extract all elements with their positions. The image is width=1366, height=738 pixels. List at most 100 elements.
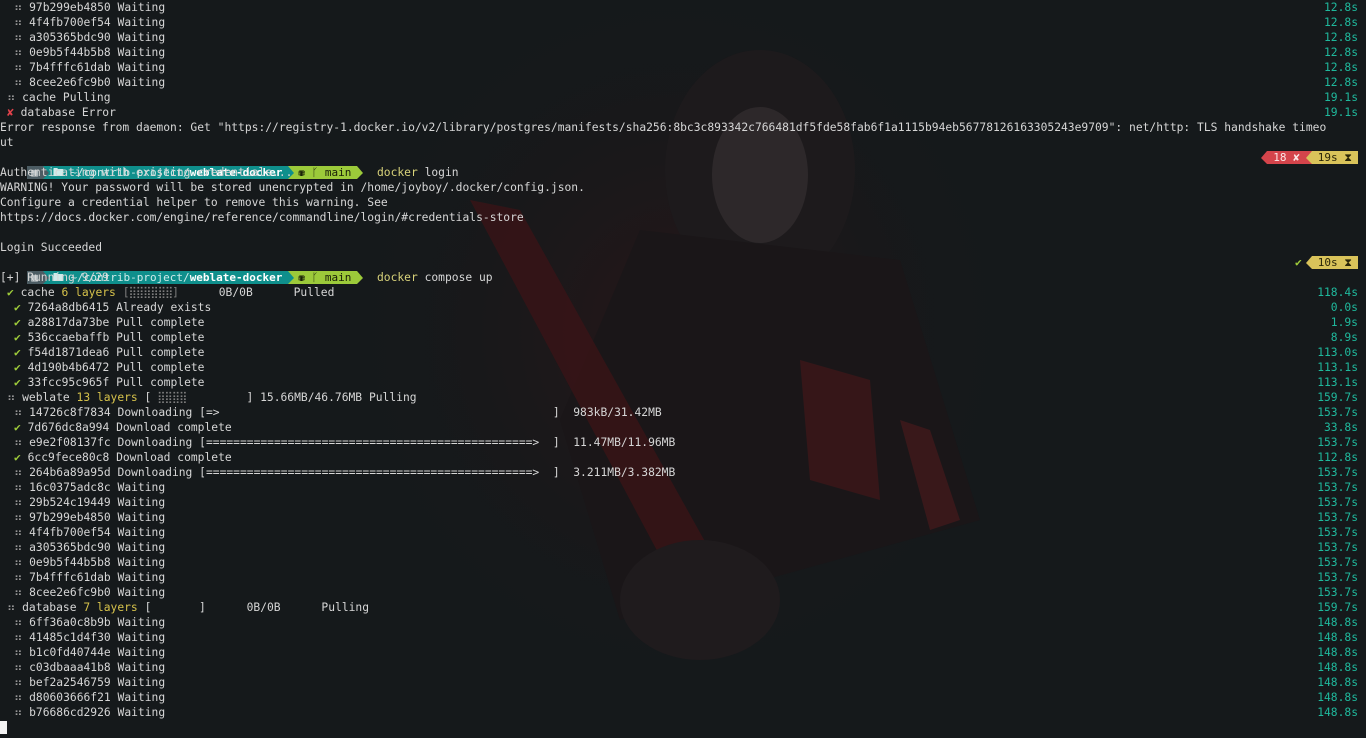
spinner-icon: ⠶ [14,1,23,14]
layer-status: Waiting [117,511,166,524]
layer-status: Download complete [116,421,232,434]
elapsed-time: 153.7s [1317,481,1358,494]
layer-status: Waiting [117,76,166,89]
text-cursor[interactable] [0,721,7,734]
layer-id: bef2a2546759 [29,676,111,689]
layer-status: Waiting [117,556,166,569]
elapsed-time: 153.7s [1317,406,1358,419]
elapsed-time: 113.0s [1317,346,1358,359]
layer-status: Already exists [116,301,212,314]
hourglass-icon: ⧗ [1344,256,1352,269]
layer-row: ⠶ 264b6a89a95d Downloading [============… [0,465,1366,480]
spinner-icon: ⠶ [14,511,23,524]
elapsed-time: 153.7s [1317,526,1358,539]
layer-status: Waiting [117,31,166,44]
elapsed-time: 33.8s [1323,421,1358,434]
layer-row: ⠶ d80603666f21 Waiting 148.8s [0,690,1366,705]
elapsed-time: 153.7s [1317,586,1358,599]
layer-row: ✔ 7264a8db6415 Already exists 0.0s [0,300,1366,315]
layer-row: ⠶ c03dbaaa41b8 Waiting 148.8s [0,660,1366,675]
layer-status: Waiting [117,541,166,554]
layer-status: Waiting [117,586,166,599]
elapsed-time: 12.8s [1323,1,1358,14]
layer-id: d80603666f21 [29,691,111,704]
elapsed-time: 148.8s [1317,631,1358,644]
layer-row: ⠶ b76686cd2926 Waiting 148.8s [0,705,1366,720]
login-output-line [0,225,1366,240]
layer-id: e9e2f08137fc [29,436,111,449]
download-progress-bar: [=======================================… [199,466,560,479]
prompt-right-status: ✔ 10s ⧗ [1295,255,1358,270]
elapsed-time: 153.7s [1317,496,1358,509]
layer-row: ⠶ 7b4fffc61dab Waiting 12.8s [0,60,1366,75]
duration-badge: 19s ⧗ [1311,151,1358,164]
download-size: 11.47MB/11.96MB [559,436,676,449]
spinner-icon: ⠶ [14,706,23,719]
elapsed-time: 153.7s [1317,541,1358,554]
spinner-icon: ⠶ [7,391,16,404]
spinner-icon: ⠶ [14,496,23,509]
elapsed-time: 153.7s [1317,436,1358,449]
layer-row: ✔ 33fcc95c965f Pull complete 113.1s [0,375,1366,390]
layer-row: ⠶ e9e2f08137fc Downloading [============… [0,435,1366,450]
layer-id: 7b4fffc61dab [29,571,111,584]
layer-row: ✔ a28817da73be Pull complete 1.9s [0,315,1366,330]
download-size: 3.211MB/3.382MB [559,466,676,479]
login-output-line: Authenticating with existing credentials… [0,166,293,179]
layer-id: 536ccaebaffb [27,331,110,344]
layer-status: Pull complete [116,361,205,374]
layer-id: 16c0375adc8c [29,481,111,494]
layer-status: Waiting [117,61,166,74]
layer-status: Downloading [117,436,193,449]
layer-id: 29b524c19449 [29,496,111,509]
elapsed-time: 12.8s [1323,76,1358,89]
layer-status: Pull complete [116,346,205,359]
layer-row: ⠶ a305365bdc90 Waiting 12.8s [0,30,1366,45]
elapsed-time: 113.1s [1317,376,1358,389]
layer-id: 97b299eb4850 [29,511,111,524]
download-progress-bar: [=======================================… [199,436,560,449]
spinner-icon: ⠶ [14,16,23,29]
layer-id: 7d676dc8a994 [27,421,110,434]
service-row-database: ⠶ database 7 layers [ ] 0B/0B Pulling 159… [7,601,1358,614]
layer-id: 8cee2e6fc9b0 [29,76,111,89]
layer-status: Downloading [117,406,193,419]
input-line[interactable] [0,720,1366,735]
layer-row: ⠶ 41485c1d4f30 Waiting 148.8s [0,630,1366,645]
layer-status: Waiting [117,661,166,674]
spinner-icon: ⠶ [14,466,23,479]
layer-status: Downloading [117,466,193,479]
layer-status: Waiting [117,481,166,494]
layer-row: ✔ 7d676dc8a994 Download complete 33.8s [0,420,1366,435]
layer-row: ⠶ 8cee2e6fc9b0 Waiting 153.7s [0,585,1366,600]
spinner-icon: ⠶ [14,616,23,629]
prev-database-row: ✘ database Error 19.1s [7,106,1358,119]
elapsed-time: 12.8s [1323,16,1358,29]
layer-id: c03dbaaa41b8 [29,661,111,674]
layer-id: 264b6a89a95d [29,466,111,479]
layer-status: Waiting [117,691,166,704]
running-summary: [+] Running 9/29 [0,271,109,284]
layer-row: ⠶ bef2a2546759 Waiting 148.8s [0,675,1366,690]
prompt-right-status: 18 ✘ 19s ⧗ [1261,150,1358,165]
layer-row: ⠶ 4f4fb700ef54 Waiting 12.8s [0,15,1366,30]
layer-status: Pull complete [116,376,205,389]
check-icon: ✔ [14,451,21,464]
layer-status: Waiting [117,571,166,584]
layer-id: f54d1871dea6 [27,346,110,359]
shell-prompt-login: ▦ 🖿 ~/contrib-project/weblate-docker ⛃ ᚴ m… [0,150,1366,179]
spinner-icon: ⠶ [7,91,16,104]
layer-id: 97b299eb4850 [29,1,111,14]
spinner-icon: ⠶ [14,46,23,59]
layer-id: b1c0fd40744e [29,646,111,659]
layer-id: 7b4fffc61dab [29,61,111,74]
check-icon: ✔ [14,376,21,389]
layer-status: Waiting [117,631,166,644]
layer-id: 41485c1d4f30 [29,631,111,644]
spinner-icon: ⠶ [14,481,23,494]
layer-row: ⠶ a305365bdc90 Waiting 153.7s [0,540,1366,555]
elapsed-time: 153.7s [1317,511,1358,524]
layer-row: ✔ 4d190b4b6472 Pull complete 113.1s [0,360,1366,375]
layer-row: ⠶ b1c0fd40744e Waiting 148.8s [0,645,1366,660]
layer-id: 6cc9fece80c8 [27,451,110,464]
